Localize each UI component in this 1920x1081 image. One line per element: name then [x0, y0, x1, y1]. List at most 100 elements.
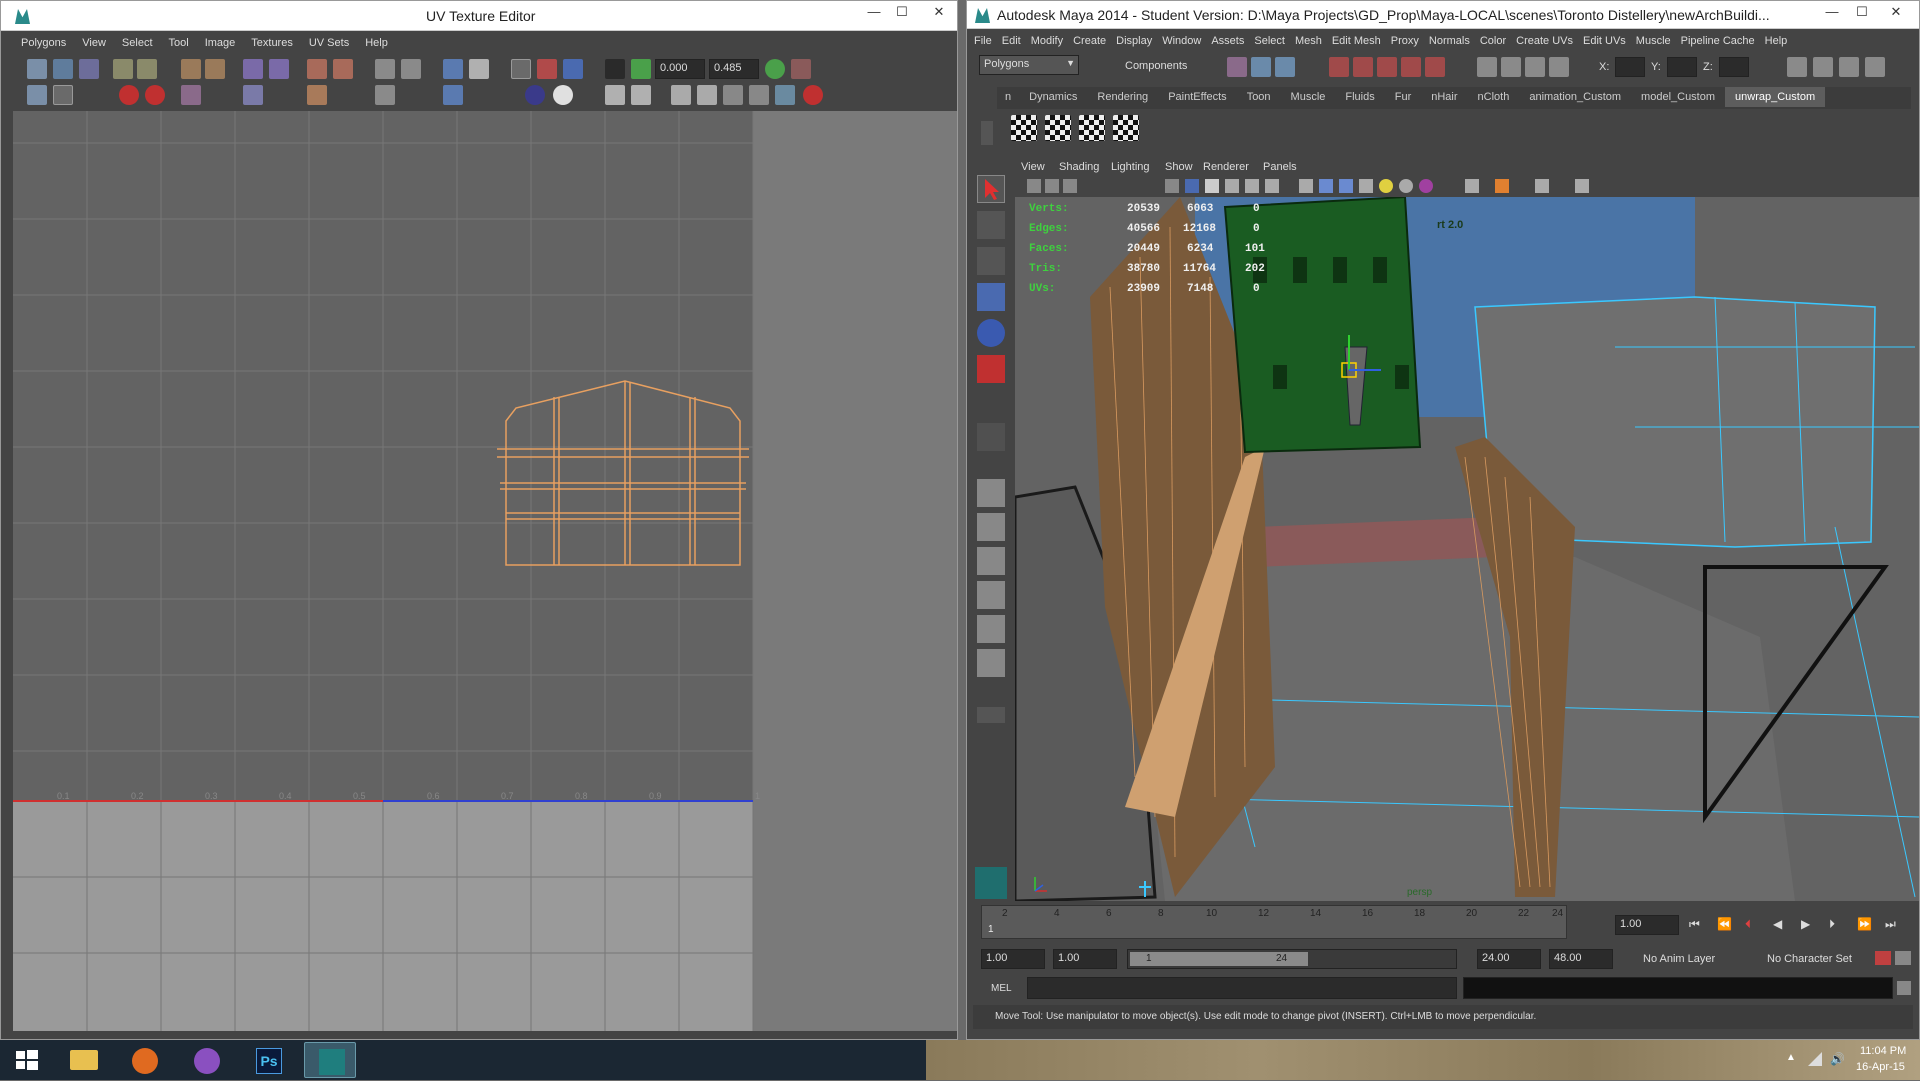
lasso-tool-icon[interactable] [977, 211, 1005, 239]
layout-outliner-icon[interactable] [977, 581, 1005, 609]
yellow-light-icon[interactable] [1379, 179, 1393, 193]
panel-menu-show[interactable]: Show [1165, 161, 1193, 173]
tray-chevron-icon[interactable]: ▲ [1786, 1052, 1796, 1063]
toggle-channel-box-icon[interactable] [1839, 57, 1859, 77]
cube-view-icon[interactable] [1299, 179, 1313, 193]
uv-shell-icon[interactable] [27, 85, 47, 105]
menu-edit[interactable]: Edit [997, 31, 1026, 47]
range-slider[interactable]: 1 24 [1127, 949, 1457, 969]
menu-window[interactable]: Window [1157, 31, 1206, 47]
menu-tool[interactable]: Tool [161, 33, 197, 49]
file-explorer-icon[interactable] [56, 1042, 108, 1078]
shelf-tab-muscle[interactable]: Muscle [1281, 87, 1336, 107]
select-by-component-icon[interactable] [1275, 57, 1295, 77]
image-plane-icon[interactable] [1063, 179, 1077, 193]
uv-copy-icon[interactable] [631, 59, 651, 79]
current-time-field[interactable]: 1.00 [1615, 915, 1679, 935]
menu-textures[interactable]: Textures [243, 33, 301, 49]
camera-attr-icon[interactable] [1027, 179, 1041, 193]
select-tool-icon[interactable] [977, 175, 1005, 203]
layout-four-icon[interactable] [977, 513, 1005, 541]
v-value-field[interactable]: 0.485 [709, 59, 759, 79]
shelf-tab[interactable]: n [997, 87, 1019, 107]
shelf-tab-nhair[interactable]: nHair [1421, 87, 1467, 107]
align-min-icon[interactable] [307, 59, 327, 79]
anim-prefs-icon[interactable] [1895, 951, 1911, 965]
isolate-select-icon[interactable] [1465, 179, 1479, 193]
u-value-field[interactable]: 0.000 [655, 59, 705, 79]
layout-single-icon[interactable] [977, 479, 1005, 507]
cube-blue-icon[interactable] [1319, 179, 1333, 193]
snapshot-icon[interactable] [401, 59, 421, 79]
gate-mask-icon[interactable] [1575, 179, 1589, 193]
panel-menu-renderer[interactable]: Renderer [1203, 161, 1249, 173]
clipboard-icon[interactable] [723, 85, 743, 105]
step-forward-frame-icon[interactable]: ⏵ [1829, 917, 1835, 932]
shaded-uv-icon[interactable] [563, 59, 583, 79]
move-uv-icon[interactable] [181, 85, 201, 105]
perspective-viewport[interactable]: Verts: 20539 6063 0 Edges: 40566 12168 0… [1015, 197, 1919, 901]
checker-uv-icon[interactable] [1011, 115, 1037, 141]
mel-label[interactable]: MEL [991, 983, 1012, 994]
checker-icon[interactable] [469, 59, 489, 79]
rotate-ccw-icon[interactable] [181, 59, 201, 79]
shelf-options-icon[interactable] [981, 121, 993, 145]
cut-uv-icon[interactable] [243, 59, 263, 79]
unfold-uv-icon[interactable] [307, 85, 327, 105]
panel-menu-panels[interactable]: Panels [1263, 161, 1297, 173]
menu-select[interactable]: Select [114, 33, 161, 49]
checker-uv-icon-4[interactable] [1113, 115, 1139, 141]
menu-select[interactable]: Select [1249, 31, 1290, 47]
wireframe-icon[interactable] [1185, 179, 1199, 193]
flip-v-icon[interactable] [137, 59, 157, 79]
panel-menu-lighting[interactable]: Lighting [1111, 161, 1150, 173]
grey-sphere-icon[interactable] [1399, 179, 1413, 193]
close-button[interactable]: ✕ [1881, 1, 1911, 25]
maximize-button[interactable]: ☐ [1847, 1, 1877, 25]
shelf-tab-ncloth[interactable]: nCloth [1468, 87, 1520, 107]
cube-shaded-icon[interactable] [1339, 179, 1353, 193]
panel-menu-shading[interactable]: Shading [1059, 161, 1099, 173]
bookmark-icon[interactable] [1045, 179, 1059, 193]
menu-edit-mesh[interactable]: Edit Mesh [1327, 31, 1386, 47]
uv-transform-icon[interactable] [605, 59, 625, 79]
shelf-tab-animation-custom[interactable]: animation_Custom [1519, 87, 1631, 107]
paint-select-icon[interactable] [977, 247, 1005, 275]
purple-sphere-icon[interactable] [1419, 179, 1433, 193]
time-slider[interactable]: 2 4 6 8 10 12 14 16 18 20 22 24 1 [981, 905, 1567, 939]
menu-create-uvs[interactable]: Create UVs [1511, 31, 1578, 47]
toggle-tool-settings-icon[interactable] [1813, 57, 1833, 77]
step-back-key-icon[interactable]: ⏪ [1717, 917, 1732, 931]
menu-proxy[interactable]: Proxy [1386, 31, 1424, 47]
step-back-frame-icon[interactable]: ⏴ [1745, 917, 1751, 932]
paste-icon[interactable] [697, 85, 717, 105]
z-field[interactable] [1719, 57, 1749, 77]
shelf-tab-painteffects[interactable]: PaintEffects [1158, 87, 1237, 107]
flip-u-icon[interactable] [113, 59, 133, 79]
menu-create[interactable]: Create [1068, 31, 1111, 47]
select-by-hierarchy-icon[interactable] [1227, 57, 1247, 77]
white-sphere-icon[interactable] [553, 85, 573, 105]
menu-uv-sets[interactable]: UV Sets [301, 33, 357, 49]
motion-blur-icon[interactable] [1535, 179, 1549, 193]
menu-file[interactable]: File [967, 31, 997, 47]
layout-hypershade-icon[interactable] [977, 649, 1005, 677]
x-field[interactable] [1615, 57, 1645, 77]
lights-icon[interactable] [1245, 179, 1259, 193]
grid-uv-icon[interactable] [375, 59, 395, 79]
menu-color[interactable]: Color [1475, 31, 1511, 47]
x-ray-icon[interactable] [1265, 179, 1279, 193]
percent-icon[interactable] [791, 59, 811, 79]
menu-edit-uvs[interactable]: Edit UVs [1578, 31, 1631, 47]
y-field[interactable] [1667, 57, 1697, 77]
range-end-field[interactable]: 48.00 [1549, 949, 1613, 969]
checker-uv-icon-2[interactable] [1045, 115, 1071, 141]
menu-modify[interactable]: Modify [1026, 31, 1068, 47]
textured-icon[interactable] [1225, 179, 1239, 193]
snap-curve-icon[interactable] [1353, 57, 1373, 77]
menu-mesh[interactable]: Mesh [1290, 31, 1327, 47]
pixel-snap-icon[interactable] [537, 59, 557, 79]
layout-side-icon[interactable] [977, 547, 1005, 575]
menu-image[interactable]: Image [197, 33, 244, 49]
shelf-tab-toon[interactable]: Toon [1237, 87, 1281, 107]
